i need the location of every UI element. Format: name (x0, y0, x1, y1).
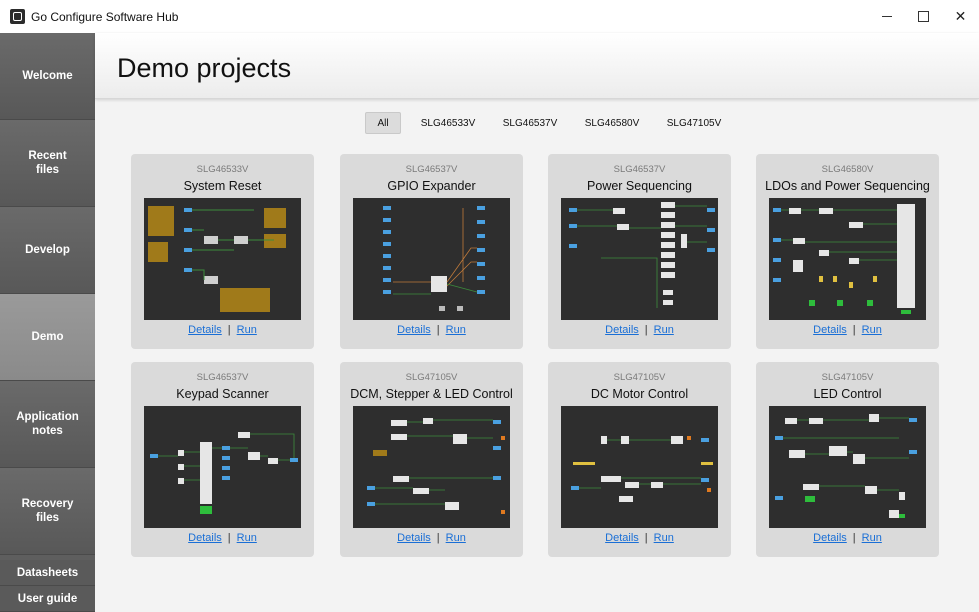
sidebar-item-user-guide[interactable]: User guide (0, 586, 95, 612)
card-links: Details | Run (340, 324, 523, 336)
filter-slg46580v[interactable]: SLG46580V (571, 112, 653, 134)
card-chip-label: SLG46580V (821, 164, 874, 175)
card-chip-label: SLG46537V (405, 164, 458, 175)
run-link[interactable]: Run (654, 324, 674, 336)
card-title: GPIO Expander (387, 179, 476, 193)
title-bar: Go Configure Software Hub ✕ (0, 0, 979, 33)
minimize-button[interactable] (868, 0, 905, 33)
filter-slg46533v[interactable]: SLG46533V (407, 112, 489, 134)
schematic-thumbnail (769, 406, 926, 528)
link-separator: | (644, 532, 648, 544)
sidebar-item-recovery-files[interactable]: Recovery files (0, 468, 95, 555)
schematic-thumbnail (769, 198, 926, 320)
details-link[interactable]: Details (397, 324, 431, 336)
card-title: LED Control (813, 387, 882, 401)
card-links: Details | Run (548, 324, 731, 336)
link-separator: | (852, 532, 856, 544)
details-link[interactable]: Details (188, 324, 222, 336)
card-chip-label: SLG47105V (405, 372, 458, 383)
window-title: Go Configure Software Hub (31, 9, 179, 24)
card-links: Details | Run (131, 324, 314, 336)
schematic-thumbnail (144, 406, 301, 528)
demo-card: SLG46533V System Reset Details | Run (131, 154, 314, 349)
link-separator: | (852, 324, 856, 336)
demo-card: SLG46537V Power Sequencing Details | Run (548, 154, 731, 349)
run-link[interactable]: Run (862, 324, 882, 336)
card-title: Keypad Scanner (176, 387, 269, 401)
run-link[interactable]: Run (237, 532, 257, 544)
card-links: Details | Run (756, 532, 939, 544)
run-link[interactable]: Run (446, 324, 466, 336)
chip-filter-bar: All SLG46533V SLG46537V SLG46580V SLG471… (365, 112, 735, 134)
demo-card: SLG47105V LED Control Details | Run (756, 362, 939, 557)
filter-slg46537v[interactable]: SLG46537V (489, 112, 571, 134)
app-window: Go Configure Software Hub ✕ Welcome Rece… (0, 0, 979, 612)
run-link[interactable]: Run (654, 532, 674, 544)
sidebar-item-recent-files[interactable]: Recent files (0, 120, 95, 207)
run-link[interactable]: Run (237, 324, 257, 336)
sidebar-item-datasheets[interactable]: Datasheets (0, 560, 95, 586)
link-separator: | (227, 324, 231, 336)
demo-card: SLG46580V LDOs and Power Sequencing Deta… (756, 154, 939, 349)
filter-slg47105v[interactable]: SLG47105V (653, 112, 735, 134)
window-controls: ✕ (868, 0, 979, 33)
card-links: Details | Run (340, 532, 523, 544)
schematic-thumbnail (561, 198, 718, 320)
link-separator: | (436, 324, 440, 336)
run-link[interactable]: Run (862, 532, 882, 544)
details-link[interactable]: Details (397, 532, 431, 544)
sidebar-item-demo[interactable]: Demo (0, 294, 95, 381)
demo-card: SLG46537V GPIO Expander Details | Run (340, 154, 523, 349)
app-logo-icon (10, 9, 25, 24)
page-title: Demo projects (117, 53, 292, 83)
page-header: Demo projects (95, 33, 979, 99)
details-link[interactable]: Details (813, 532, 847, 544)
link-separator: | (644, 324, 648, 336)
run-link[interactable]: Run (446, 532, 466, 544)
details-link[interactable]: Details (605, 532, 639, 544)
sidebar-item-welcome[interactable]: Welcome (0, 33, 95, 120)
card-links: Details | Run (756, 324, 939, 336)
card-chip-label: SLG47105V (821, 372, 874, 383)
card-title: Power Sequencing (587, 179, 692, 193)
details-link[interactable]: Details (813, 324, 847, 336)
demo-card: SLG47105V DCM, Stepper & LED Control Det… (340, 362, 523, 557)
card-chip-label: SLG46533V (196, 164, 249, 175)
schematic-thumbnail (144, 198, 301, 320)
demo-card: SLG47105V DC Motor Control Details | Run (548, 362, 731, 557)
sidebar-item-develop[interactable]: Develop (0, 207, 95, 294)
maximize-button[interactable] (905, 0, 942, 33)
card-links: Details | Run (548, 532, 731, 544)
link-separator: | (227, 532, 231, 544)
card-title: LDOs and Power Sequencing (765, 179, 930, 193)
sidebar-nav: Welcome Recent files Develop Demo Applic… (0, 33, 95, 612)
details-link[interactable]: Details (188, 532, 222, 544)
details-link[interactable]: Details (605, 324, 639, 336)
card-chip-label: SLG47105V (613, 372, 666, 383)
card-title: System Reset (183, 179, 262, 193)
schematic-thumbnail (353, 406, 510, 528)
card-title: DCM, Stepper & LED Control (350, 387, 513, 401)
card-title: DC Motor Control (590, 387, 689, 401)
card-chip-label: SLG46537V (613, 164, 666, 175)
demo-card: SLG46537V Keypad Scanner Details | Run (131, 362, 314, 557)
close-button[interactable]: ✕ (942, 0, 979, 33)
schematic-thumbnail (561, 406, 718, 528)
link-separator: | (436, 532, 440, 544)
card-links: Details | Run (131, 532, 314, 544)
filter-all[interactable]: All (365, 112, 401, 134)
schematic-thumbnail (353, 198, 510, 320)
card-chip-label: SLG46537V (196, 372, 249, 383)
sidebar-item-application-notes[interactable]: Application notes (0, 381, 95, 468)
